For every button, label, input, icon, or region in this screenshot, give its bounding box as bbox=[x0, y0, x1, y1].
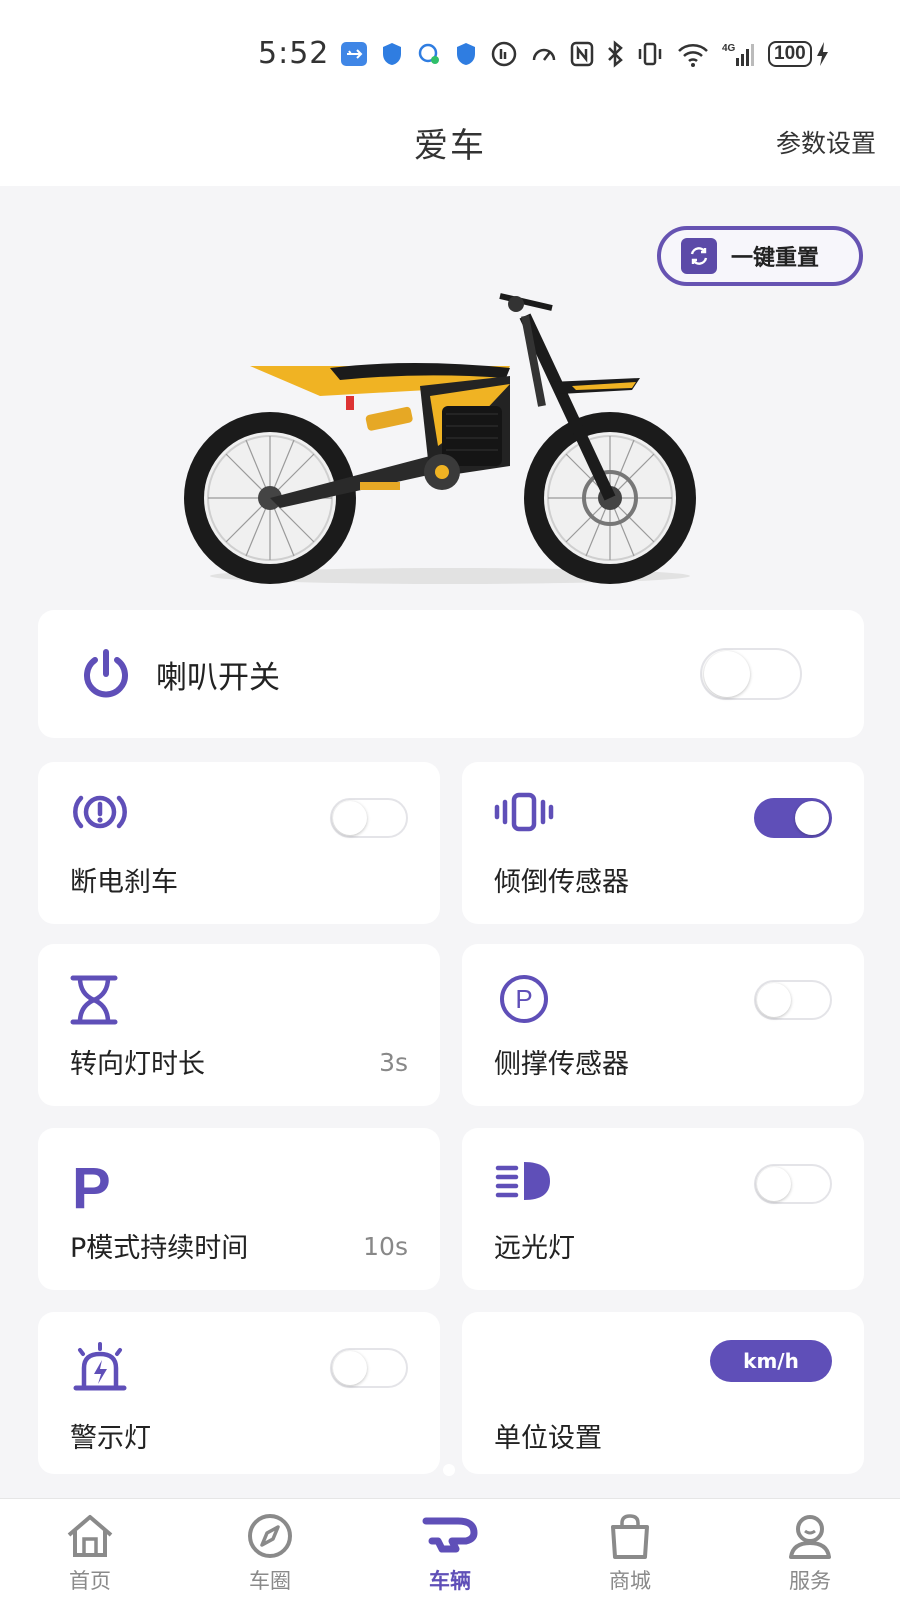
battery-level: 100 bbox=[768, 41, 812, 67]
page-title: 爱车 bbox=[414, 126, 486, 166]
motorcycle-image bbox=[184, 293, 696, 584]
tab-label: 车圈 bbox=[249, 1569, 291, 1593]
compass-icon bbox=[248, 1514, 292, 1558]
kickstand-sensor-label: 侧撑传感器 bbox=[494, 1049, 629, 1080]
kickstand-sensor-card: P 侧撑传感器 bbox=[462, 944, 864, 1106]
shopping-bag-icon bbox=[611, 1514, 649, 1559]
p-mode-duration-card[interactable]: P P模式持续时间 10s bbox=[38, 1128, 440, 1290]
turn-signal-duration-card[interactable]: 转向灯时长 3s bbox=[38, 944, 440, 1106]
toggle-knob bbox=[704, 651, 750, 697]
home-icon bbox=[67, 1515, 113, 1557]
horn-switch-label: 喇叭开关 bbox=[156, 660, 280, 696]
vehicle-hero: 一键重置 bbox=[0, 186, 900, 606]
status-time: 5:52 bbox=[258, 36, 330, 71]
alarm-light-icon bbox=[73, 1342, 127, 1391]
high-beam-icon bbox=[495, 1162, 550, 1200]
parameter-settings-link[interactable]: 参数设置 bbox=[776, 124, 876, 160]
svg-text:4G: 4G bbox=[722, 43, 736, 54]
speedometer-icon bbox=[532, 48, 556, 61]
power-brake-toggle[interactable] bbox=[330, 798, 408, 838]
tab-service[interactable]: 服务 bbox=[720, 1499, 900, 1600]
turn-signal-duration-label: 转向灯时长 bbox=[70, 1049, 205, 1080]
brake-warning-icon bbox=[73, 795, 127, 829]
usb-icon bbox=[341, 42, 367, 66]
horn-switch-toggle[interactable] bbox=[700, 648, 802, 700]
warning-light-toggle[interactable] bbox=[330, 1348, 408, 1388]
tab-home[interactable]: 首页 bbox=[0, 1499, 180, 1600]
vehicle-icon bbox=[422, 1517, 478, 1553]
page-header: 爱车 参数设置 bbox=[0, 100, 900, 186]
hourglass-icon bbox=[70, 975, 118, 1025]
tab-label: 商城 bbox=[609, 1569, 651, 1593]
status-icons: 4G 100 bbox=[340, 38, 829, 70]
reset-label: 一键重置 bbox=[731, 246, 820, 271]
tab-label: 首页 bbox=[69, 1569, 111, 1593]
nfc-icon bbox=[570, 41, 594, 67]
svg-text:P: P bbox=[515, 984, 532, 1014]
charging-icon bbox=[816, 42, 828, 66]
tilt-sensor-card: 倾倒传感器 bbox=[462, 762, 864, 924]
p-mode-duration-value: 10s bbox=[363, 1232, 408, 1261]
tilt-sensor-label: 倾倒传感器 bbox=[494, 867, 629, 898]
tilt-sensor-toggle[interactable] bbox=[754, 798, 832, 838]
vibrate-icon bbox=[638, 42, 662, 66]
shield-icon-2 bbox=[457, 43, 475, 65]
status-bar: 5:52 4G 100 bbox=[0, 0, 900, 110]
vibration-icon bbox=[494, 792, 554, 832]
service-person-icon bbox=[789, 1515, 831, 1559]
p-letter-icon: P bbox=[72, 1158, 111, 1212]
unit-setting-label: 单位设置 bbox=[494, 1423, 602, 1454]
tab-shop[interactable]: 商城 bbox=[540, 1499, 720, 1600]
turn-signal-duration-value: 3s bbox=[379, 1048, 408, 1077]
warning-light-label: 警示灯 bbox=[70, 1423, 151, 1454]
chat-sync-icon bbox=[418, 43, 439, 64]
battery-indicator: 100 bbox=[768, 41, 829, 67]
wifi-icon bbox=[678, 44, 708, 67]
signal-icon: 4G bbox=[722, 43, 754, 66]
tab-label: 车辆 bbox=[429, 1569, 471, 1593]
horn-switch-card: 喇叭开关 bbox=[38, 610, 864, 738]
unit-badge[interactable]: km/h bbox=[710, 1340, 832, 1382]
parking-circle-icon: P bbox=[500, 975, 548, 1023]
sim-icon bbox=[491, 41, 517, 67]
p-mode-duration-label: P模式持续时间 bbox=[70, 1233, 249, 1264]
high-beam-label: 远光灯 bbox=[494, 1233, 575, 1264]
toggle-knob bbox=[333, 1351, 367, 1385]
power-icon bbox=[84, 649, 128, 698]
bluetooth-icon bbox=[608, 40, 623, 68]
svg-text:P: P bbox=[72, 1158, 111, 1212]
toggle-knob bbox=[757, 983, 791, 1017]
high-beam-toggle[interactable] bbox=[754, 1164, 832, 1204]
tab-label: 服务 bbox=[789, 1569, 831, 1593]
scroll-indicator bbox=[443, 1464, 455, 1476]
tab-community[interactable]: 车圈 bbox=[180, 1499, 360, 1600]
toggle-knob bbox=[795, 801, 829, 835]
high-beam-card: 远光灯 bbox=[462, 1128, 864, 1290]
shield-icon bbox=[383, 43, 401, 65]
unit-setting-card[interactable]: km/h 单位设置 bbox=[462, 1312, 864, 1474]
kickstand-sensor-toggle[interactable] bbox=[754, 980, 832, 1020]
toggle-knob bbox=[757, 1167, 791, 1201]
warning-light-card: 警示灯 bbox=[38, 1312, 440, 1474]
power-brake-card: 断电刹车 bbox=[38, 762, 440, 924]
toggle-knob bbox=[333, 801, 367, 835]
power-brake-label: 断电刹车 bbox=[70, 867, 178, 898]
tab-vehicle[interactable]: 车辆 bbox=[360, 1499, 540, 1600]
bottom-tab-bar: 首页 车圈 车辆 商城 服务 bbox=[0, 1498, 900, 1600]
